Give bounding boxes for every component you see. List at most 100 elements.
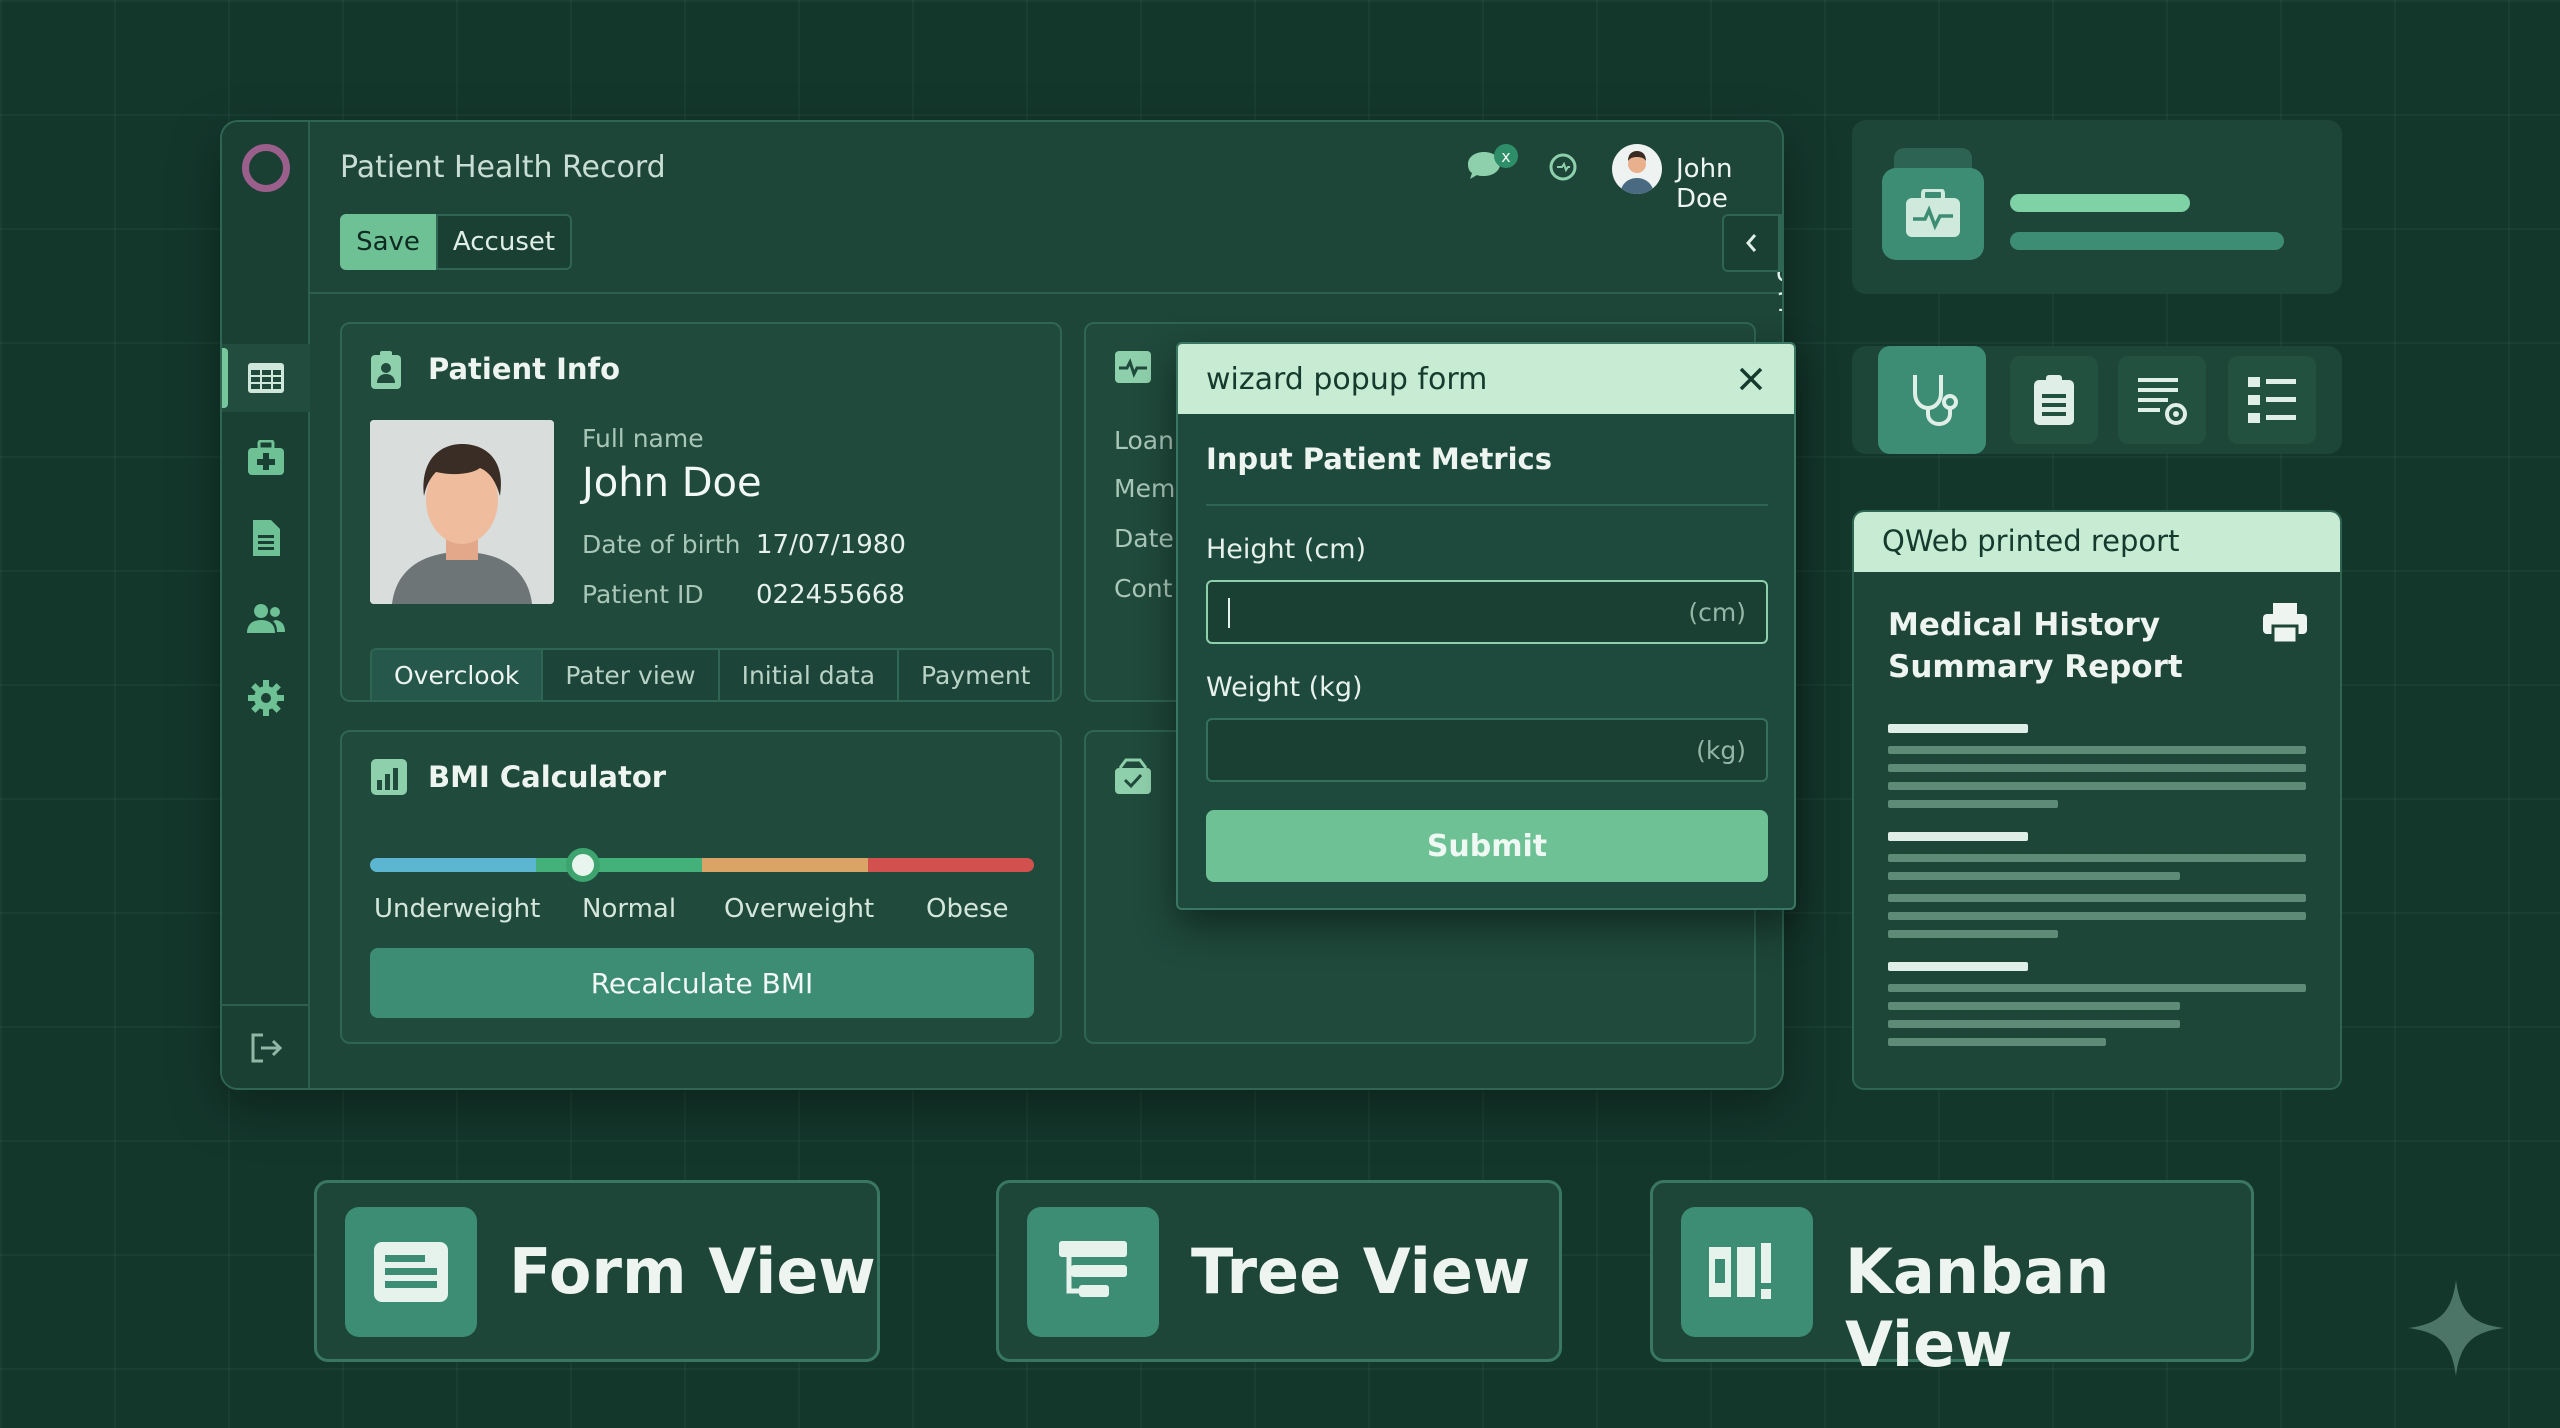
report-text-line	[1888, 746, 2306, 754]
checklist-icon	[2248, 377, 2296, 423]
sidebar-item-medkit[interactable]	[222, 424, 310, 492]
chat-icon: x	[1468, 144, 1518, 179]
list-settings-button[interactable]	[2118, 356, 2206, 444]
report-header: QWeb printed report	[1854, 512, 2340, 572]
skeleton-bar-1	[2010, 194, 2190, 212]
tree-view-button[interactable]: Tree View	[996, 1180, 1562, 1362]
weight-input[interactable]: (kg)	[1206, 718, 1768, 782]
background-label-4: Cont	[1114, 574, 1173, 603]
module-toolbar	[1852, 346, 2342, 454]
popup-subtitle: Input Patient Metrics	[1206, 442, 1553, 476]
form-icon	[374, 1242, 448, 1302]
patient-info-card: Patient Info Full name John Doe Date of …	[340, 322, 1062, 702]
chart-icon	[371, 759, 407, 795]
report-text-line	[1888, 912, 2306, 920]
list-view-button[interactable]	[2228, 356, 2316, 444]
form-view-button[interactable]: Form View	[314, 1180, 880, 1362]
stethoscope-button[interactable]	[1878, 346, 1986, 454]
sidebar-separator	[222, 1004, 308, 1006]
medkit-icon	[248, 440, 284, 475]
form-view-icon-tile	[345, 1207, 477, 1337]
bmi-slider-handle[interactable]	[566, 848, 600, 882]
weight-label: Weight (kg)	[1206, 672, 1363, 703]
sidebar-item-documents[interactable]	[222, 504, 310, 572]
page-title: Patient Health Record	[340, 150, 666, 185]
patient-tabs: Overclook Pater view Initial data Paymen…	[370, 648, 1055, 702]
bmi-label-overweight: Overweight	[724, 894, 875, 924]
text-caret	[1228, 598, 1230, 628]
bmi-title: BMI Calculator	[428, 760, 667, 794]
report-header-text: QWeb printed report	[1882, 524, 2180, 558]
pager-next-button[interactable]	[1780, 214, 1782, 272]
bmi-scale	[370, 858, 1034, 872]
user-avatar[interactable]	[1612, 144, 1662, 194]
accuset-button[interactable]: Accuset	[436, 214, 572, 270]
recalculate-bmi-button[interactable]: Recalculate BMI	[370, 948, 1034, 1018]
sidebar-item-settings[interactable]	[222, 664, 310, 732]
logout-button[interactable]	[222, 1014, 310, 1082]
popup-title: wizard popup form	[1206, 362, 1488, 397]
top-toolbar: Patient Health Record Save Accuset x Joh…	[310, 122, 1782, 318]
tree-view-label: Tree View	[1191, 1235, 1531, 1308]
app-logo[interactable]	[242, 144, 290, 192]
patient-id-label: Patient ID	[582, 580, 704, 609]
sidebar	[222, 122, 310, 1088]
skeleton-bar-2	[2010, 232, 2284, 250]
user-name[interactable]: John Doe	[1676, 154, 1782, 214]
height-unit: (cm)	[1688, 598, 1746, 627]
clock-icon	[1549, 153, 1577, 181]
bmi-label-normal: Normal	[582, 894, 677, 924]
report-title: Medical History Summary Report	[1888, 607, 2183, 685]
stethoscope-icon	[1913, 375, 1958, 427]
report-heading-line	[1888, 724, 2028, 733]
background-label-1: Loan	[1114, 426, 1174, 455]
tree-view-icon-tile	[1027, 1207, 1159, 1337]
close-icon	[1739, 367, 1763, 391]
tree-icon	[1059, 1241, 1127, 1297]
sparkle-icon	[2406, 1278, 2506, 1382]
report-text-line	[1888, 764, 2306, 772]
print-button[interactable]	[2262, 602, 2308, 648]
clipboard-button[interactable]	[2010, 356, 2098, 444]
gear-icon	[248, 680, 284, 716]
medical-case-icon	[1906, 189, 1960, 237]
printer-icon	[2263, 603, 2307, 645]
kanban-view-icon-tile	[1681, 1207, 1813, 1337]
weight-unit: (kg)	[1696, 736, 1746, 765]
save-button[interactable]: Save	[340, 214, 436, 270]
popup-divider	[1206, 504, 1768, 506]
tab-pater-view[interactable]: Pater view	[543, 648, 720, 702]
kanban-view-button[interactable]: Kanban View	[1650, 1180, 2254, 1381]
pager-prev-button[interactable]	[1722, 214, 1780, 272]
report-text-line	[1888, 984, 2306, 992]
submit-button[interactable]: Submit	[1206, 810, 1768, 882]
popup-header: wizard popup form	[1178, 344, 1794, 414]
tab-initial-data[interactable]: Initial data	[719, 648, 900, 702]
chevron-left-icon	[1746, 234, 1757, 252]
report-heading-line	[1888, 832, 2028, 841]
bmi-segment-underweight	[370, 858, 536, 872]
bmi-label-underweight: Underweight	[374, 894, 541, 924]
tab-payment[interactable]: Payment	[899, 648, 1055, 702]
tab-overclook[interactable]: Overclook	[370, 648, 544, 702]
activity-button[interactable]	[1548, 152, 1578, 186]
clipboard-icon	[2034, 375, 2074, 425]
sidebar-item-users[interactable]	[222, 584, 310, 652]
sidebar-item-table[interactable]	[222, 344, 310, 412]
list-settings-icon	[2138, 378, 2187, 425]
full-name-label: Full name	[582, 424, 704, 453]
popup-close-button[interactable]	[1734, 362, 1768, 400]
module-header-widget	[1852, 120, 2342, 294]
module-icon-tile[interactable]	[1882, 168, 1984, 260]
height-input[interactable]: (cm)	[1206, 580, 1768, 644]
patient-info-title: Patient Info	[428, 352, 621, 386]
report-text-line	[1888, 930, 2058, 938]
background-label-3: Date	[1114, 524, 1174, 553]
report-text-line	[1888, 1020, 2180, 1028]
report-text-line	[1888, 800, 2058, 808]
bmi-segment-overweight	[702, 858, 868, 872]
checkbox-box-icon	[1115, 758, 1151, 794]
dob-value: 17/07/1980	[756, 530, 906, 560]
chat-button[interactable]: x	[1466, 142, 1526, 196]
report-text-line	[1888, 854, 2306, 862]
